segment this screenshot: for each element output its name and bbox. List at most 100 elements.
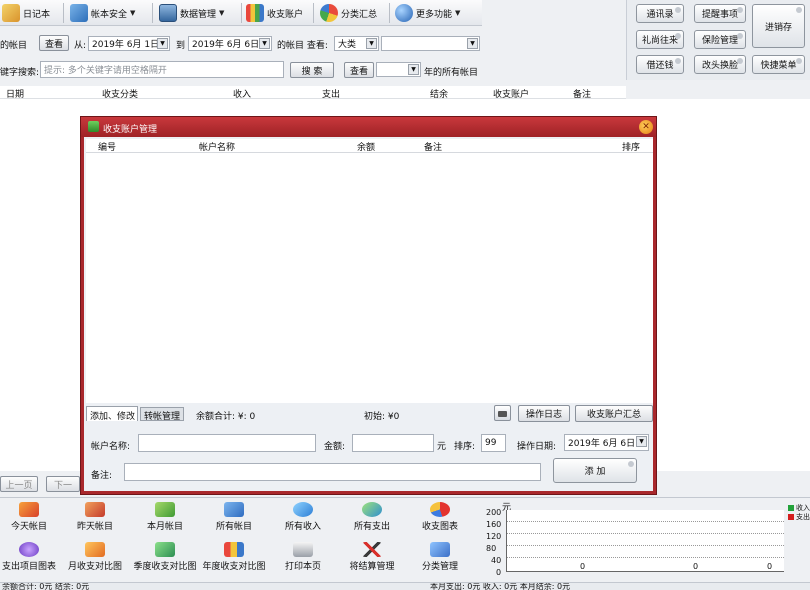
book-security-button[interactable]: 帐本安全 ▼ <box>70 2 135 24</box>
to-date-picker[interactable]: 2019年 6月 6日 ▼ <box>188 36 272 51</box>
operation-log-button[interactable]: 操作日志 <box>518 405 570 422</box>
charts-button[interactable]: 收支图表 <box>405 502 475 532</box>
category-summary-button[interactable]: 分类汇总 <box>320 2 377 24</box>
all-accounts-button[interactable]: 所有帐目 <box>199 502 269 532</box>
order-input[interactable]: 99 <box>481 434 506 452</box>
tab-add-edit[interactable]: 添加、修改 <box>86 406 138 422</box>
account-management-dialog: 收支账户管理 ✕ 编号 帐户名称 余额 备注 排序 添加、修改 转帐管理 余额合… <box>80 116 657 495</box>
expense-icon <box>362 502 382 517</box>
operation-date-label: 操作日期: <box>517 442 557 452</box>
all-accounts-icon <box>224 502 244 517</box>
y-tick-label: 120 <box>486 532 502 541</box>
dialog-title: 收支账户管理 <box>103 125 158 135</box>
book-lock-icon <box>70 4 88 22</box>
legend-income-swatch <box>788 505 794 511</box>
contacts-button[interactable]: 通讯录 <box>636 4 684 23</box>
quarter-compare-icon <box>155 542 175 557</box>
yesterday-icon <box>85 502 105 517</box>
shortcut-menu-button[interactable]: 快捷菜单 <box>752 55 805 74</box>
inventory-button[interactable]: 进销存 <box>752 4 805 48</box>
add-button[interactable]: 添 加 <box>553 458 637 483</box>
today-icon <box>19 502 39 517</box>
reminders-button[interactable]: 提醒事项 <box>694 4 746 23</box>
bar-chart-icon <box>246 4 264 22</box>
order-label: 排序: <box>454 442 476 452</box>
account-summary-button[interactable]: 收支账户汇总 <box>575 405 653 422</box>
monthly-compare-button[interactable]: 月收支对比图 <box>60 542 130 572</box>
y-tick-label: 160 <box>486 520 502 529</box>
column-header[interactable]: 帐户名称 <box>199 140 235 153</box>
month-accounts-button[interactable]: 本月帐目 <box>130 502 200 532</box>
tab-transfer[interactable]: 转帐管理 <box>140 407 184 422</box>
prev-page-button[interactable]: 上一页 <box>0 476 38 492</box>
quarterly-compare-button[interactable]: 季度收支对比图 <box>130 542 200 572</box>
category-select[interactable]: 大类 ▼ <box>334 36 379 51</box>
search-button[interactable]: 搜 索 <box>290 62 334 78</box>
insurance-button[interactable]: 保险管理 <box>694 30 746 49</box>
chevron-down-icon: ▼ <box>130 9 136 17</box>
dropdown-arrow-icon[interactable]: ▼ <box>636 436 647 447</box>
mini-chart: 元 200 160 120 80 40 0 0 0 0 收入 支出 <box>484 500 810 580</box>
dropdown-arrow-icon[interactable]: ▼ <box>408 64 419 75</box>
globe-icon <box>395 4 413 22</box>
accounts-button[interactable]: 收支账户 <box>246 2 303 24</box>
today-accounts-button[interactable]: 今天帐目 <box>0 502 64 532</box>
dropdown-arrow-icon[interactable]: ▼ <box>157 38 168 49</box>
chart-icon <box>19 542 39 557</box>
diary-button[interactable]: 日记本 <box>2 2 50 24</box>
column-header[interactable]: 余额 <box>357 140 375 153</box>
gifts-button[interactable]: 礼尚往来 <box>636 30 684 49</box>
all-income-button[interactable]: 所有收入 <box>268 502 338 532</box>
month-icon <box>155 502 175 517</box>
from-label: 从: <box>74 41 87 51</box>
subcategory-select[interactable]: ▼ <box>381 36 480 51</box>
quick-panel: 通讯录 提醒事项 礼尚往来 保险管理 借还钱 改头换脸 进销存 快捷菜单 <box>626 0 810 80</box>
expense-chart-button[interactable]: 支出项目图表 <box>0 542 64 572</box>
annual-compare-icon <box>224 542 244 557</box>
print-icon <box>293 542 313 557</box>
data-label: 0 <box>767 562 773 571</box>
next-page-button[interactable]: 下一 <box>46 476 80 492</box>
amount-input[interactable] <box>352 434 434 452</box>
settlement-button[interactable]: 将结算管理 <box>337 542 407 572</box>
column-header[interactable]: 备注 <box>424 140 442 153</box>
view-year-button[interactable]: 查看 <box>344 62 374 78</box>
dropdown-arrow-icon[interactable]: ▼ <box>366 38 377 49</box>
print-page-button[interactable]: 打印本页 <box>268 542 338 572</box>
note-input[interactable] <box>124 463 541 481</box>
all-expense-button[interactable]: 所有支出 <box>337 502 407 532</box>
dialog-titlebar[interactable]: 收支账户管理 ✕ <box>81 117 656 137</box>
main-table-header: 日期 收支分类 收入 支出 结余 收支账户 备注 <box>0 86 626 100</box>
annual-compare-button[interactable]: 年度收支对比图 <box>199 542 269 572</box>
dropdown-arrow-icon[interactable]: ▼ <box>467 38 478 49</box>
settle-icon <box>362 542 382 557</box>
column-header[interactable]: 排序 <box>622 140 640 153</box>
more-features-button[interactable]: 更多功能 ▼ <box>395 2 460 24</box>
year-suffix-label: 年的所有帐目 <box>424 68 479 78</box>
legend-expense-label: 支出 <box>796 513 810 521</box>
data-label: 0 <box>693 562 699 571</box>
to-label: 到 <box>176 41 186 51</box>
view-period-button[interactable]: 查看 <box>39 35 69 51</box>
yesterday-accounts-button[interactable]: 昨天帐目 <box>60 502 130 532</box>
note-label: 备注: <box>91 471 113 481</box>
close-icon[interactable]: ✕ <box>639 120 653 134</box>
from-date-picker[interactable]: 2019年 6月 1日 ▼ <box>88 36 170 51</box>
legend-expense-swatch <box>788 514 794 520</box>
keyword-search-input[interactable]: 提示: 多个关键字请用空格隔开 <box>40 61 284 78</box>
category-icon <box>430 542 450 557</box>
category-management-button[interactable]: 分类管理 <box>405 542 475 572</box>
operation-date-picker[interactable]: 2019年 6月 6日 ▼ <box>564 434 649 451</box>
account-name-input[interactable] <box>138 434 316 452</box>
account-name-label: 帐户名称: <box>91 442 131 452</box>
data-management-button[interactable]: 数据管理 ▼ <box>159 2 224 24</box>
chevron-down-icon: ▼ <box>455 9 461 17</box>
dropdown-arrow-icon[interactable]: ▼ <box>259 38 270 49</box>
print-icon[interactable] <box>494 405 511 421</box>
year-select[interactable]: ▼ <box>376 62 421 77</box>
skin-button[interactable]: 改头换脸 <box>694 55 746 74</box>
column-header[interactable]: 编号 <box>98 140 116 153</box>
accounts-list[interactable] <box>86 153 653 403</box>
balance-total: 余额合计: ¥: 0 <box>196 412 256 422</box>
loans-button[interactable]: 借还钱 <box>636 55 684 74</box>
